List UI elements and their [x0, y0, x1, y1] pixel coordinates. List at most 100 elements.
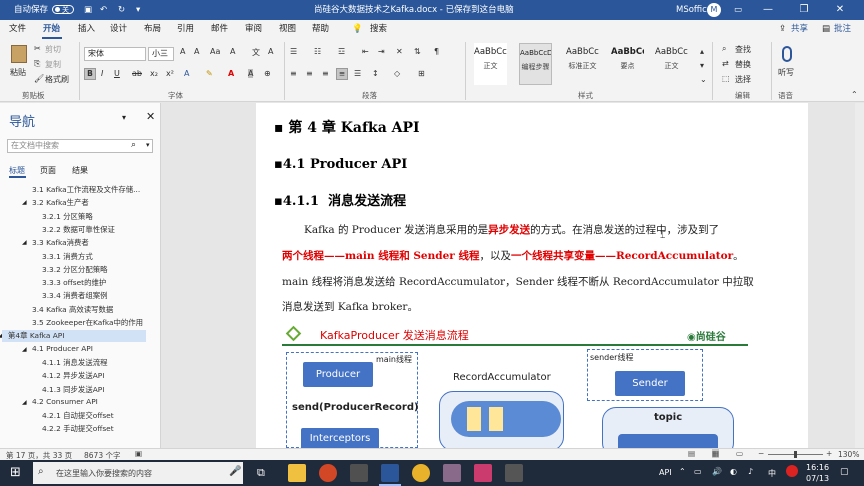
zoom-out-icon[interactable]: −: [758, 449, 764, 458]
undo-icon[interactable]: ↶: [100, 0, 107, 20]
nav-heading-item[interactable]: 4.2 Consumer API: [2, 397, 146, 409]
tell-me-search[interactable]: 搜索: [370, 20, 387, 39]
zoom-in-icon[interactable]: +: [826, 449, 832, 458]
word-icon[interactable]: [381, 464, 399, 482]
strikethrough-icon[interactable]: ab: [132, 69, 142, 78]
nav-heading-item[interactable]: 3.5 Zookeeper在Kafka中的作用: [2, 317, 146, 329]
nav-heading-item[interactable]: 3.2 Kafka生产者: [2, 197, 146, 209]
task-view-icon[interactable]: ⧉: [257, 466, 265, 480]
notification-icon[interactable]: ▢: [840, 467, 849, 477]
format-painter-button[interactable]: 格式刷: [45, 74, 69, 85]
tray-app-icon[interactable]: [786, 465, 798, 477]
avatar[interactable]: M: [707, 3, 721, 17]
collapse-ribbon-icon[interactable]: ⌃: [851, 90, 858, 99]
superscript-icon[interactable]: x²: [166, 69, 174, 78]
speaker-icon[interactable]: ♪: [748, 467, 753, 476]
nav-heading-item[interactable]: 3.3.3 offset的维护: [2, 277, 146, 289]
nav-heading-item[interactable]: 4.2.2 手动提交offset: [2, 423, 146, 435]
tab-mailings[interactable]: 邮件: [211, 20, 228, 39]
find-icon[interactable]: ⌕: [722, 44, 726, 54]
zoom-slider-thumb[interactable]: [794, 451, 797, 458]
find-button[interactable]: 查找: [735, 44, 751, 55]
nav-heading-item[interactable]: 3.3.1 消费方式: [2, 251, 146, 263]
styles-more-icon[interactable]: ⌄: [700, 75, 707, 84]
replace-button[interactable]: 替换: [735, 59, 751, 70]
grow-font-icon[interactable]: A: [180, 47, 185, 56]
nav-heading-item[interactable]: 4.1.2 异步发送API: [2, 370, 146, 382]
minimize-button[interactable]: —: [754, 0, 782, 20]
styles-scroll-up-icon[interactable]: ▴: [700, 47, 704, 56]
save-icon[interactable]: ▣: [84, 0, 92, 20]
search-dropdown-icon[interactable]: ▾: [146, 141, 150, 149]
close-button[interactable]: ✕: [826, 0, 854, 20]
nav-tab-pages[interactable]: 页面: [40, 165, 56, 176]
multilevel-list-icon[interactable]: ☲: [338, 47, 345, 56]
powerpoint-icon[interactable]: [319, 464, 337, 482]
nav-heading-item[interactable]: 4.1.3 同步发送API: [2, 384, 146, 396]
chrome-icon[interactable]: [412, 464, 430, 482]
font-size-box[interactable]: 小三: [148, 47, 174, 61]
nav-heading-item[interactable]: 第4章 Kafka API: [2, 330, 146, 343]
increase-indent-icon[interactable]: ⇥: [378, 47, 385, 56]
nav-tab-headings[interactable]: 标题: [9, 165, 25, 176]
justify-icon[interactable]: ≡: [336, 68, 348, 80]
nav-heading-item[interactable]: 3.4 Kafka 高效读写数据: [2, 304, 146, 316]
nav-heading-item[interactable]: 4.2.1 自动提交offset: [2, 410, 146, 422]
nav-heading-item[interactable]: 4.1 Producer API: [2, 344, 146, 356]
cut-button[interactable]: 剪切: [45, 44, 61, 55]
redo-icon[interactable]: ↻: [118, 0, 125, 20]
microphone-icon[interactable]: 🎤: [229, 466, 241, 477]
tab-view[interactable]: 视图: [279, 20, 296, 39]
search-icon[interactable]: ⌕: [131, 140, 136, 150]
borders-icon[interactable]: ⊞: [418, 69, 425, 78]
nav-heading-item[interactable]: 4.1.1 消息发送流程: [2, 357, 146, 369]
tab-help[interactable]: 帮助: [312, 20, 329, 39]
nav-options-icon[interactable]: ▾: [122, 113, 126, 122]
tray-text[interactable]: API: [659, 468, 672, 477]
taskbar-search-input[interactable]: 在这里输入你要搜索的内容: [56, 468, 152, 479]
line-spacing-icon[interactable]: ↕: [372, 69, 379, 78]
shrink-font-icon[interactable]: A: [194, 47, 199, 56]
ribbon-display-icon[interactable]: ▭: [734, 0, 742, 20]
dictate-button[interactable]: 听写: [778, 67, 794, 78]
change-case-icon[interactable]: Aa: [210, 47, 220, 56]
quick-access-icon[interactable]: ▾: [136, 0, 140, 20]
clock-time[interactable]: 16:16: [806, 463, 829, 472]
copy-button[interactable]: 复制: [45, 59, 61, 70]
tab-layout[interactable]: 布局: [144, 20, 161, 39]
distributed-icon[interactable]: ☰: [354, 69, 361, 78]
font-name-box[interactable]: 宋体: [84, 47, 146, 61]
style-item[interactable]: AaBbCcDc标准正文: [566, 43, 599, 85]
copy-icon[interactable]: ⎘: [34, 59, 40, 69]
nav-heading-item[interactable]: 3.3.4 消费者组案例: [2, 290, 146, 302]
volume-icon[interactable]: 🔊: [712, 467, 722, 476]
tab-insert[interactable]: 插入: [78, 20, 95, 39]
nav-close-icon[interactable]: ✕: [146, 110, 155, 123]
styles-scroll-down-icon[interactable]: ▾: [700, 61, 704, 70]
tab-file[interactable]: 文件: [9, 20, 26, 39]
restore-button[interactable]: ❐: [790, 0, 818, 20]
subscript-icon[interactable]: x₂: [150, 69, 158, 78]
nav-heading-item[interactable]: 3.3.2 分区分配策略: [2, 264, 146, 276]
share-button[interactable]: 共享: [791, 20, 808, 39]
nav-heading-item[interactable]: 3.3 Kafka消费者: [2, 237, 146, 249]
char-shading-icon[interactable]: A: [248, 69, 254, 78]
italic-icon[interactable]: I: [101, 69, 103, 78]
phonetic-icon[interactable]: 文: [252, 47, 260, 58]
style-item-selected[interactable]: AaBbCcDd编程步骤: [519, 43, 552, 85]
clear-format-icon[interactable]: A: [230, 47, 235, 56]
read-mode-icon[interactable]: ▤: [688, 449, 695, 458]
tab-references[interactable]: 引用: [177, 20, 194, 39]
style-item[interactable]: AaBbCcI 正文: [474, 43, 507, 85]
tab-review[interactable]: 审阅: [245, 20, 262, 39]
shading-icon[interactable]: ◇: [394, 69, 400, 78]
tab-design[interactable]: 设计: [110, 20, 127, 39]
windows-start-icon[interactable]: ⊞: [10, 465, 21, 480]
nav-heading-item[interactable]: 3.2.2 数据可靠性保证: [2, 224, 146, 236]
align-left-icon[interactable]: ≡: [290, 69, 297, 78]
nav-tab-results[interactable]: 结果: [72, 165, 88, 176]
nav-heading-item[interactable]: 3.2.1 分区策略: [2, 211, 146, 223]
align-right-icon[interactable]: ≡: [322, 69, 329, 78]
clock-date[interactable]: 07/13: [806, 474, 829, 483]
select-button[interactable]: 选择: [735, 74, 751, 85]
